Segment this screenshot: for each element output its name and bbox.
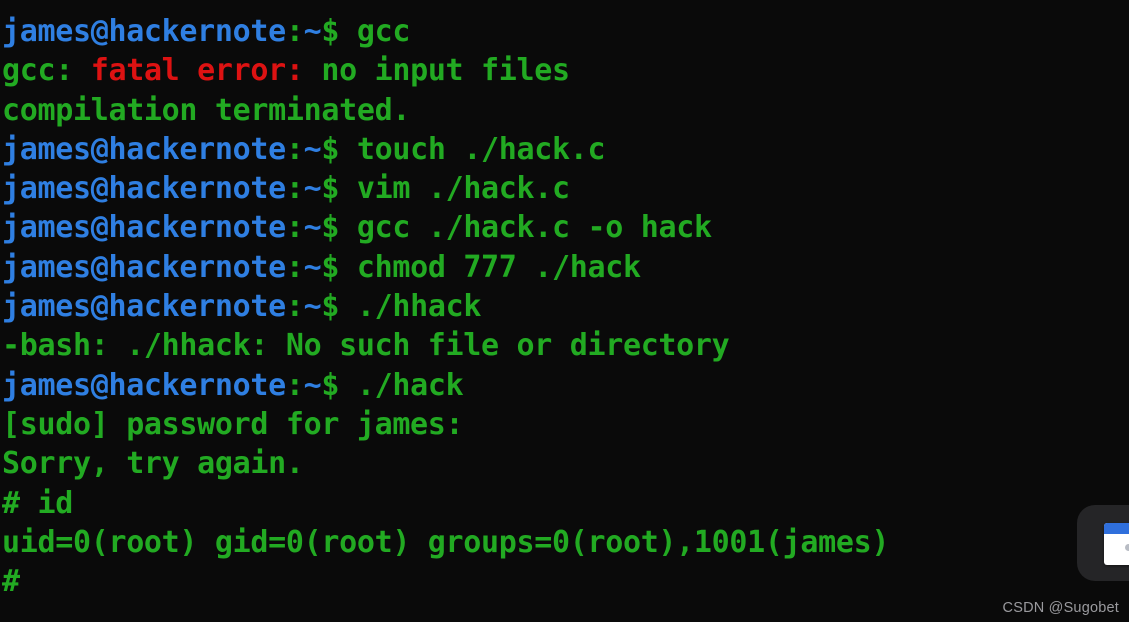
prompt-path: ~	[303, 249, 322, 285]
prompt-user-host: james@hackernote	[2, 289, 286, 325]
terminal-output-text: uid=0(root) gid=0(root) groups=0(root),1…	[2, 524, 890, 560]
terminal-line: james@hackernote:~$	[0, 0, 1129, 12]
terminal-command: touch ./hack.c	[339, 131, 606, 167]
prompt-colon: :	[285, 249, 304, 285]
terminal-output-text: -bash: ./hhack: No such file or director…	[2, 328, 730, 364]
prompt-user-host: james@hackernote	[2, 367, 286, 403]
terminal-screen: james@hackernote:~$ james@hackernote:~$ …	[0, 0, 1129, 622]
prompt-sigil: $	[321, 210, 340, 246]
prompt-path: ~	[303, 210, 322, 246]
terminal-command: vim ./hack.c	[339, 171, 570, 207]
prompt-colon: :	[285, 289, 304, 325]
terminal-line: Sorry, try again.	[0, 444, 1129, 483]
prompt-user-host: james@hackernote	[2, 249, 286, 285]
terminal-line: uid=0(root) gid=0(root) groups=0(root),1…	[0, 523, 1129, 562]
prompt-sigil: $	[321, 131, 340, 167]
terminal-command: ./hack	[339, 367, 464, 403]
terminal-line: [sudo] password for james:	[0, 405, 1129, 444]
root-prompt-sigil: #	[2, 485, 20, 521]
watermark-label: CSDN @Sugobet	[1002, 600, 1119, 616]
error-line-keyword: fatal error:	[90, 53, 304, 89]
prompt-path: ~	[303, 14, 322, 49]
prompt-path: ~	[303, 131, 322, 167]
window-icon-dot	[1125, 544, 1129, 551]
prompt-sigil: $	[321, 171, 340, 207]
root-prompt-sigil: #	[2, 564, 20, 600]
prompt-sigil: $	[321, 289, 340, 325]
prompt-path: ~	[303, 171, 322, 207]
terminal-line: james@hackernote:~$ touch ./hack.c	[0, 130, 1129, 169]
terminal-line: gcc: fatal error: no input files	[0, 51, 1129, 90]
prompt-sigil: $	[321, 249, 340, 285]
terminal-output-area[interactable]: james@hackernote:~$ james@hackernote:~$ …	[0, 0, 1129, 601]
terminal-output-text: compilation terminated.	[2, 92, 411, 128]
window-icon-titlebar	[1104, 523, 1129, 534]
terminal-line: james@hackernote:~$ gcc ./hack.c -o hack	[0, 208, 1129, 247]
prompt-colon: :	[285, 367, 304, 403]
prompt-colon: :	[285, 210, 304, 246]
prompt-path: ~	[303, 289, 322, 325]
window-app-icon	[1104, 523, 1129, 565]
terminal-line: james@hackernote:~$ chmod 777 ./hack	[0, 248, 1129, 287]
terminal-line: compilation terminated.	[0, 91, 1129, 130]
prompt-user-host: james@hackernote	[2, 131, 286, 167]
prompt-colon: :	[285, 131, 304, 167]
terminal-command: id	[19, 485, 73, 521]
prompt-sigil: $	[321, 14, 340, 49]
floating-app-widget[interactable]	[1077, 505, 1129, 581]
prompt-sigil: $	[321, 367, 340, 403]
error-line-prefix: gcc:	[2, 53, 91, 89]
terminal-line: james@hackernote:~$ ./hhack	[0, 287, 1129, 326]
prompt-user-host: james@hackernote	[2, 210, 286, 246]
prompt-colon: :	[285, 171, 304, 207]
error-line-message: no input files	[303, 53, 570, 89]
terminal-line: james@hackernote:~$ gcc	[0, 12, 1129, 51]
prompt-user-host: james@hackernote	[2, 14, 286, 49]
terminal-line: james@hackernote:~$ ./hack	[0, 366, 1129, 405]
terminal-line: # id	[0, 484, 1129, 523]
terminal-command: chmod 777 ./hack	[339, 249, 641, 285]
terminal-line: #	[0, 562, 1129, 601]
terminal-line: james@hackernote:~$ vim ./hack.c	[0, 169, 1129, 208]
terminal-output-text: [sudo] password for james:	[2, 406, 464, 442]
terminal-line: -bash: ./hhack: No such file or director…	[0, 326, 1129, 365]
terminal-command: gcc	[339, 14, 411, 49]
prompt-colon: :	[285, 14, 304, 49]
terminal-command: ./hhack	[339, 289, 482, 325]
prompt-user-host: james@hackernote	[2, 171, 286, 207]
terminal-command: gcc ./hack.c -o hack	[339, 210, 712, 246]
terminal-output-text: Sorry, try again.	[2, 446, 304, 482]
prompt-path: ~	[303, 367, 322, 403]
